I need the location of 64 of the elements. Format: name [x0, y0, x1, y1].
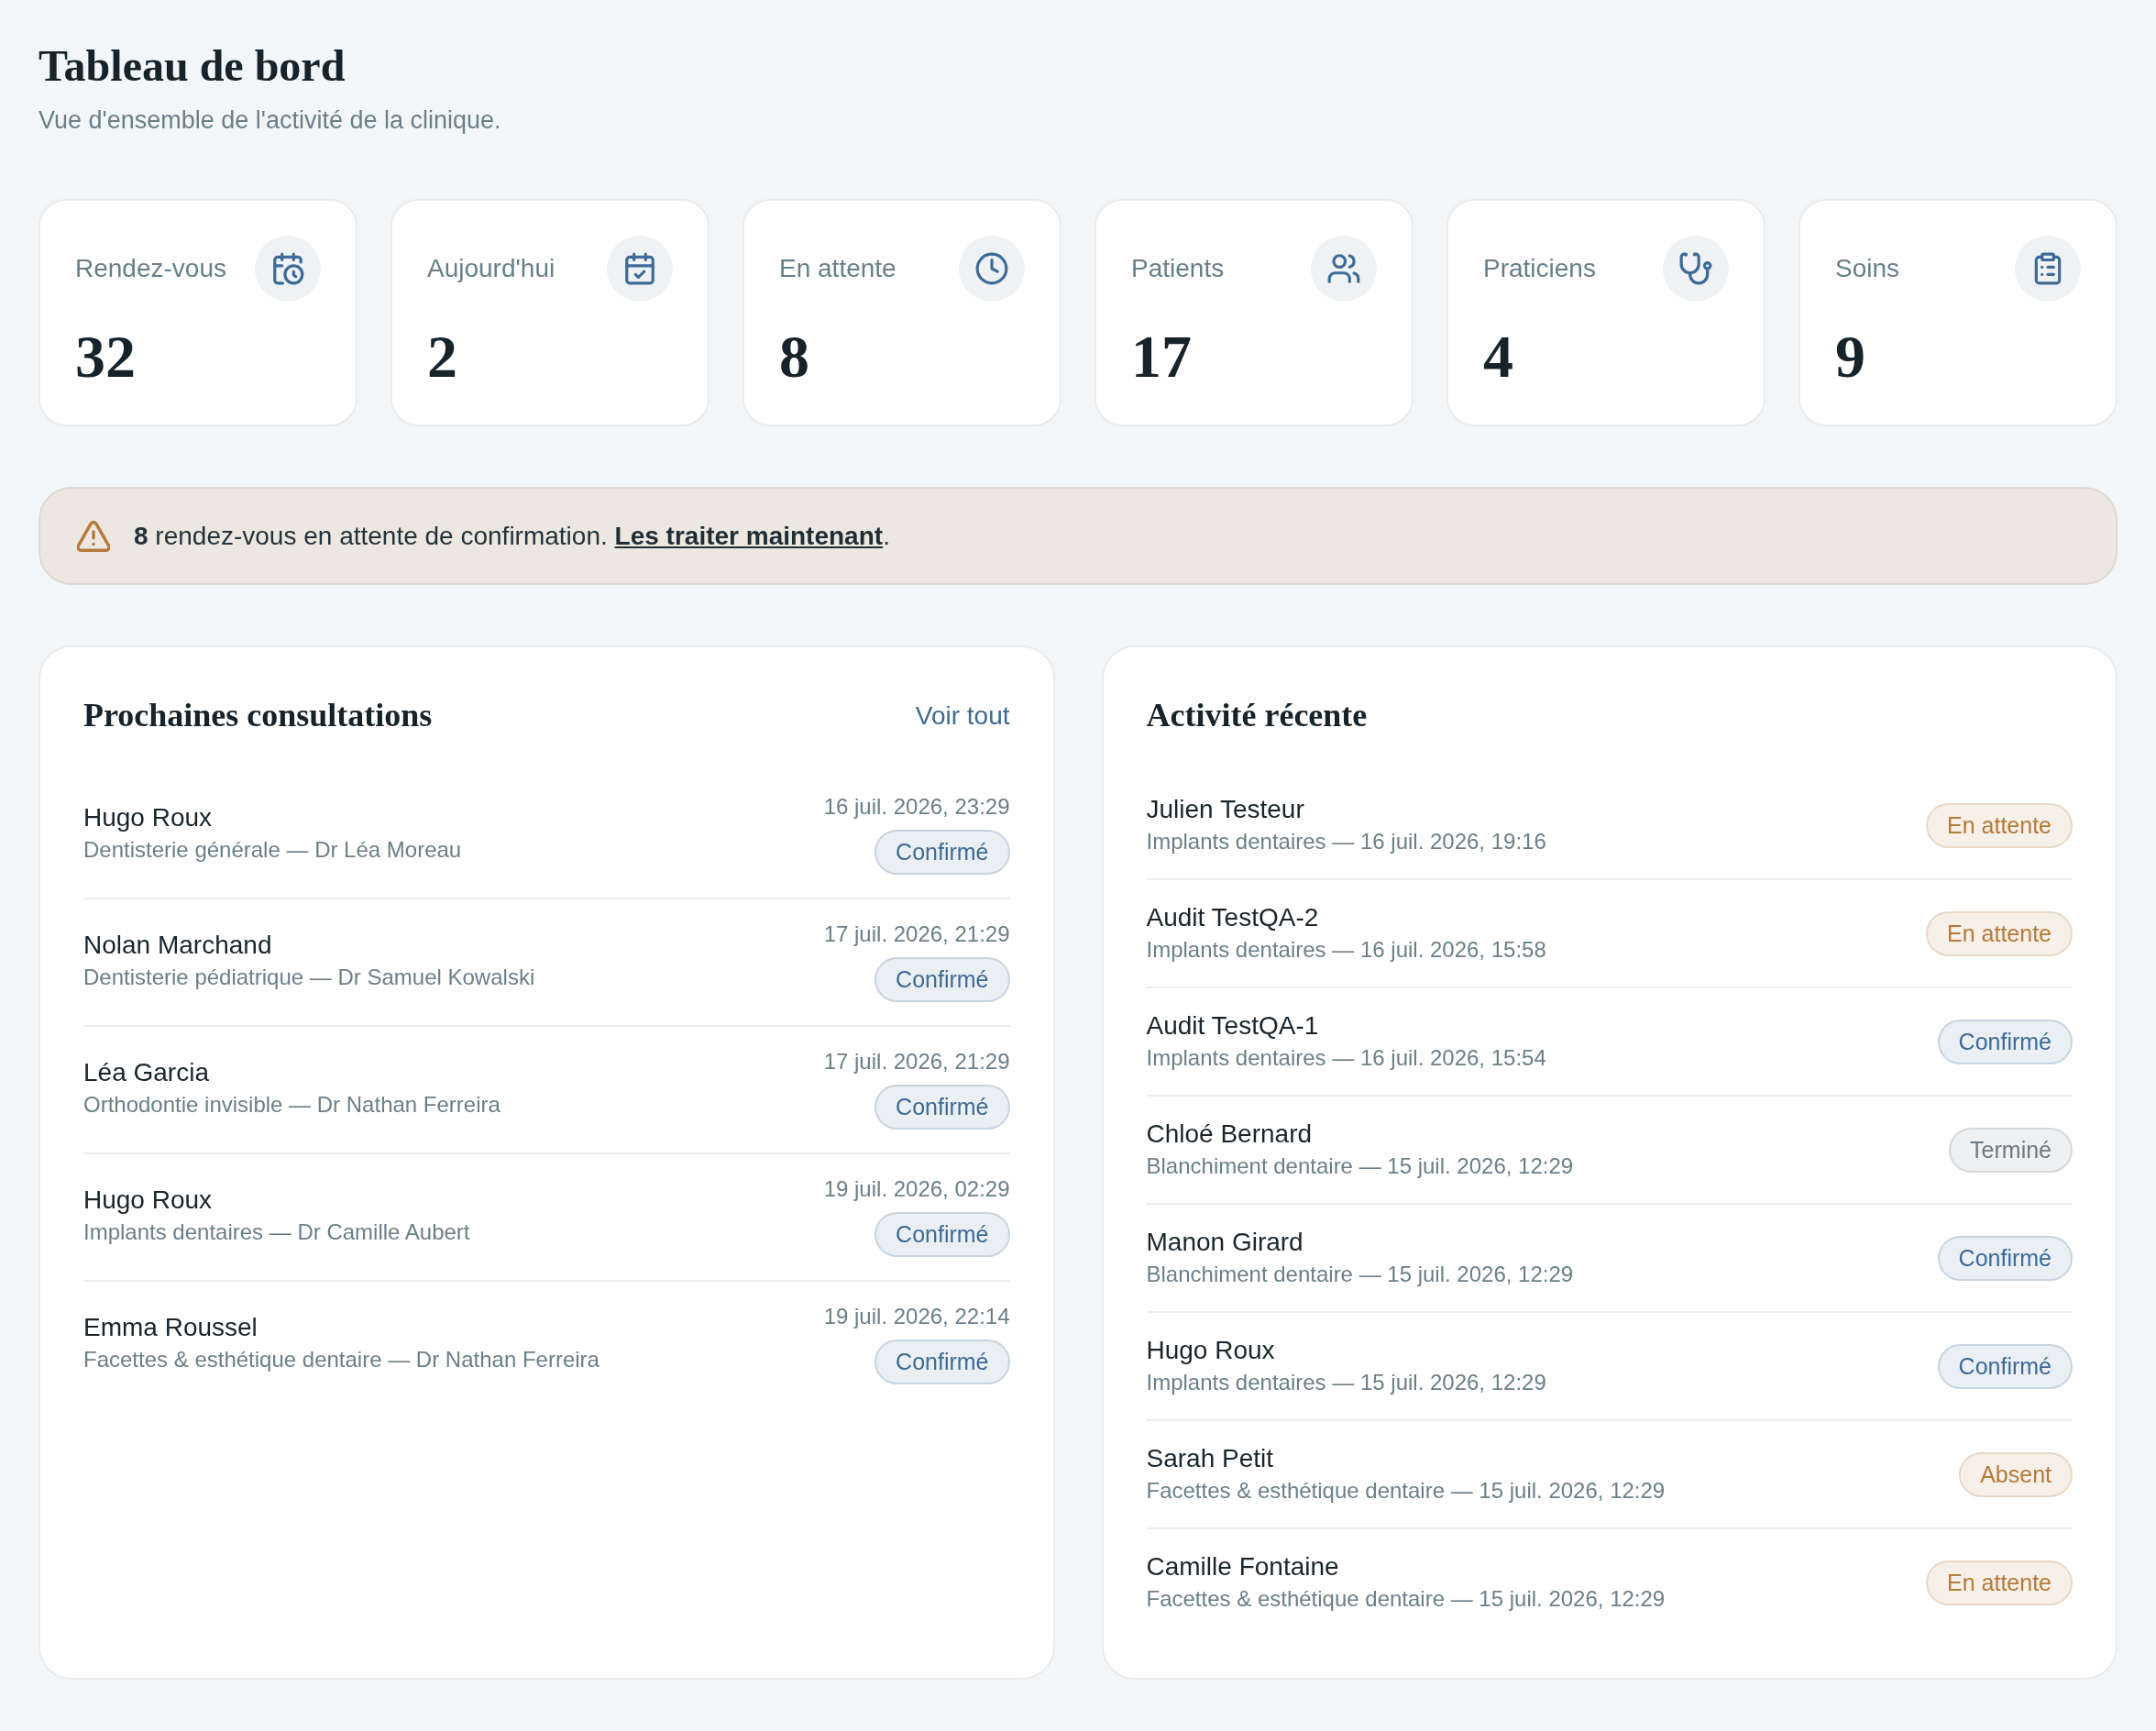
status-badge: Confirmé — [874, 957, 1010, 1003]
activity-details: Facettes & esthétique dentaire — 15 juil. 2026, 12:29 — [1146, 1585, 1666, 1614]
stat-label: Soins — [1835, 253, 1900, 285]
appointment-details: Orthodontie invisible — Dr Nathan Ferreira — [83, 1090, 500, 1119]
panel-title: Prochaines consultations — [83, 696, 433, 736]
status-badge: Confirmé — [1937, 1235, 2073, 1281]
activity-details: Blanchiment dentaire — 15 juil. 2026, 12:29 — [1146, 1152, 1574, 1181]
status-badge: Confirmé — [874, 1085, 1010, 1130]
status-badge: Confirmé — [1937, 1019, 2073, 1064]
stat-label: En attente — [779, 253, 896, 285]
activity-details: Implants dentaires — 16 juil. 2026, 15:58 — [1146, 936, 1546, 965]
stat-value: 4 — [1483, 324, 1514, 391]
patient-name: Manon Girard — [1146, 1227, 1304, 1259]
patient-name: Camille Fontaine — [1146, 1551, 1340, 1583]
appointment-date: 17 juil. 2026, 21:29 — [823, 1048, 1010, 1076]
activity-details: Facettes & esthétique dentaire — 15 juil. 2026, 12:29 — [1146, 1477, 1666, 1505]
appointment-details: Facettes & esthétique dentaire — Dr Nathan Ferreira — [83, 1345, 600, 1373]
patient-name: Hugo Roux — [83, 1184, 214, 1216]
status-badge: Confirmé — [874, 830, 1010, 876]
status-badge: En attente — [1926, 802, 2073, 848]
patient-name: Nolan Marchand — [83, 929, 273, 961]
page-subtitle: Vue d'ensemble de l'activité de la clinique. — [38, 105, 502, 136]
appointment-details: Implants dentaires — Dr Camille Aubert — [83, 1218, 470, 1246]
appointment-date: 16 juil. 2026, 23:29 — [823, 793, 1010, 821]
alert-message: 8 rendez-vous en attente de confirmation. Les traiter maintenant. — [134, 521, 890, 553]
stat-value: 9 — [1835, 324, 1866, 391]
status-badge: Confirmé — [874, 1340, 1010, 1385]
appointment-date: 19 juil. 2026, 02:29 — [823, 1175, 1010, 1204]
stat-label: Rendez-vous — [75, 253, 226, 285]
stat-value: 17 — [1131, 324, 1193, 391]
patient-name: Audit TestQA-1 — [1146, 1010, 1320, 1042]
status-badge: Confirmé — [1937, 1343, 2073, 1389]
activity-details: Implants dentaires — 15 juil. 2026, 12:29 — [1146, 1369, 1546, 1397]
status-badge: Absent — [1959, 1451, 2073, 1497]
stat-value: 2 — [427, 324, 458, 391]
patient-name: Sarah Petit — [1146, 1443, 1275, 1475]
activity-details: Implants dentaires — 16 juil. 2026, 19:16 — [1146, 828, 1546, 856]
patient-name: Chloé Bernard — [1146, 1119, 1314, 1151]
patient-name: Emma Roussel — [83, 1311, 258, 1343]
stat-label: Praticiens — [1483, 253, 1596, 285]
stat-value: 32 — [75, 324, 137, 391]
status-badge: Confirmé — [874, 1212, 1010, 1258]
activity-details: Implants dentaires — 16 juil. 2026, 15:54 — [1146, 1044, 1546, 1073]
panel-title: Activité récente — [1146, 696, 1368, 736]
process-now-link[interactable]: Les traiter maintenant — [614, 522, 884, 551]
page-title: Tableau de bord — [38, 40, 346, 92]
stat-value: 8 — [779, 324, 810, 391]
patient-name: Hugo Roux — [83, 801, 214, 833]
activity-details: Blanchiment dentaire — 15 juil. 2026, 12:29 — [1146, 1261, 1574, 1289]
status-badge: Terminé — [1949, 1127, 2073, 1173]
patient-name: Léa Garcia — [83, 1056, 210, 1088]
patient-name: Hugo Roux — [1146, 1335, 1276, 1367]
appointment-date: 17 juil. 2026, 21:29 — [823, 921, 1010, 949]
warning-icon — [77, 520, 110, 552]
patient-name: Audit TestQA-2 — [1146, 902, 1320, 934]
stat-label: Aujourd'hui — [427, 253, 556, 285]
status-badge: En attente — [1926, 1560, 2073, 1605]
appointment-date: 19 juil. 2026, 22:14 — [823, 1303, 1010, 1331]
status-badge: En attente — [1926, 910, 2073, 956]
stat-label: Patients — [1131, 253, 1225, 285]
view-all-link[interactable]: Voir tout — [915, 696, 1010, 735]
patient-name: Julien Testeur — [1146, 794, 1305, 826]
appointment-details: Dentisterie pédiatrique — Dr Samuel Kowalski — [83, 963, 535, 991]
appointment-details: Dentisterie générale — Dr Léa Moreau — [83, 835, 462, 864]
